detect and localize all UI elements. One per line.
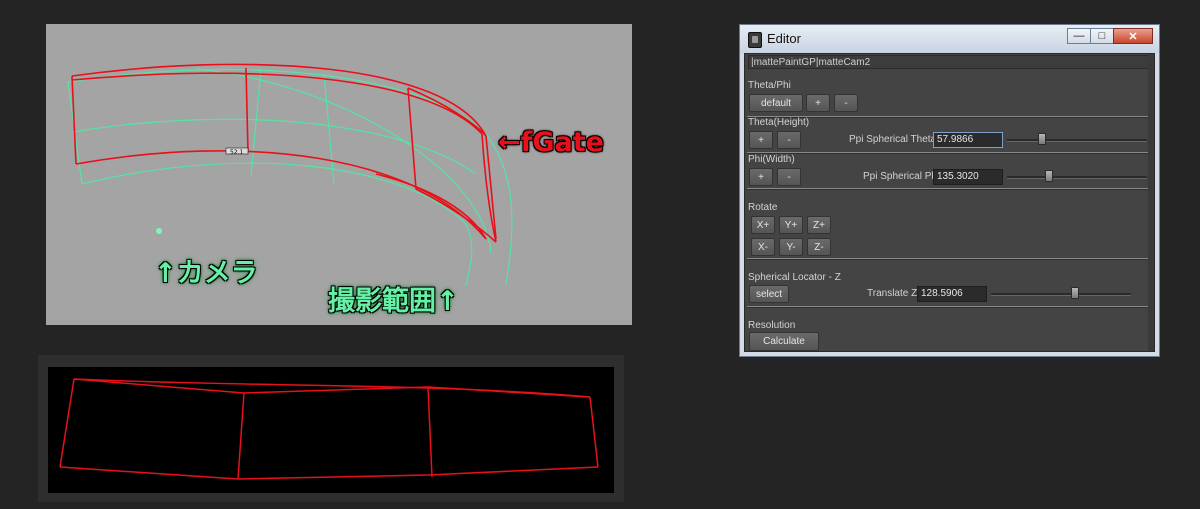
theta-slider-track[interactable] xyxy=(1007,139,1147,142)
theta-phi-label: Theta/Phi xyxy=(748,80,791,91)
ppi-spherical-theta-label: Ppi Spherical Theta xyxy=(849,134,937,145)
ppi-spherical-phi-label: Ppi Spherical Phi xyxy=(863,171,940,182)
render-view xyxy=(48,367,614,493)
shooting-range-annotation: 撮影範囲↑ xyxy=(328,286,459,317)
theta-slider-thumb[interactable] xyxy=(1038,133,1046,145)
rotate-label: Rotate xyxy=(748,202,778,213)
phi-slider-track[interactable] xyxy=(1007,176,1147,179)
rotate-x-minus-button[interactable]: X- xyxy=(751,238,775,256)
theta-height-label: Theta(Height) xyxy=(748,117,810,128)
window-title: Editor xyxy=(767,31,801,46)
close-button[interactable]: ✕ xyxy=(1113,28,1153,44)
calculate-button[interactable]: Calculate xyxy=(749,332,819,351)
separator xyxy=(747,258,1149,260)
fgate-annotation: ←fGate xyxy=(498,127,604,158)
camera-annotation: ↑カメラ xyxy=(154,258,258,289)
phi-plus-button[interactable]: + xyxy=(749,168,773,186)
editor-titlebar[interactable]: Editor — □ ✕ xyxy=(740,25,1159,53)
render-wireframe xyxy=(59,378,599,480)
spherical-locator-label: Spherical Locator - Z xyxy=(748,272,841,283)
separator xyxy=(747,188,1149,190)
translate-z-slider-thumb[interactable] xyxy=(1071,287,1079,299)
translate-z-slider-track[interactable] xyxy=(991,293,1131,296)
translate-z-field[interactable]: 128.5906 xyxy=(917,286,987,302)
render-frame xyxy=(38,355,624,502)
editor-window: Editor — □ ✕ |mattePaintGP|matteCam2 The… xyxy=(739,24,1160,357)
select-button[interactable]: select xyxy=(749,285,789,303)
theta-phi-minus-button[interactable]: - xyxy=(834,94,858,112)
translate-z-label: Translate Z xyxy=(867,288,918,299)
rotate-x-plus-button[interactable]: X+ xyxy=(751,216,775,234)
default-button[interactable]: default xyxy=(749,94,803,112)
minimize-button[interactable]: — xyxy=(1067,28,1091,44)
maximize-button[interactable]: □ xyxy=(1090,28,1114,44)
ppi-spherical-phi-field[interactable]: 135.3020 xyxy=(933,169,1003,185)
phi-minus-button[interactable]: - xyxy=(777,168,801,186)
theta-phi-plus-button[interactable]: + xyxy=(806,94,830,112)
rotate-z-minus-button[interactable]: Z- xyxy=(807,238,831,256)
editor-panel: |mattePaintGP|matteCam2 Theta/Phi defaul… xyxy=(744,53,1155,352)
phi-width-label: Phi(Width) xyxy=(748,154,795,165)
viewport-3d[interactable]: 52.1 ←fGate ↑カメラ 撮影範囲↑ xyxy=(46,24,632,325)
editor-scrollbar[interactable] xyxy=(1148,54,1154,351)
separator xyxy=(747,152,1149,154)
separator xyxy=(747,306,1149,308)
app-icon xyxy=(748,32,762,48)
ppi-spherical-theta-field[interactable]: 57.9866 xyxy=(933,132,1003,148)
rotate-y-minus-button[interactable]: Y- xyxy=(779,238,803,256)
window-controls: — □ ✕ xyxy=(1067,28,1153,44)
phi-slider-thumb[interactable] xyxy=(1045,170,1053,182)
rotate-z-plus-button[interactable]: Z+ xyxy=(807,216,831,234)
resolution-label: Resolution xyxy=(748,320,796,331)
node-path-field[interactable]: |mattePaintGP|matteCam2 xyxy=(748,55,1154,69)
gate-tag-label: 52.1 xyxy=(230,149,244,156)
theta-minus-button[interactable]: - xyxy=(777,131,801,149)
rotate-y-plus-button[interactable]: Y+ xyxy=(779,216,803,234)
theta-plus-button[interactable]: + xyxy=(749,131,773,149)
